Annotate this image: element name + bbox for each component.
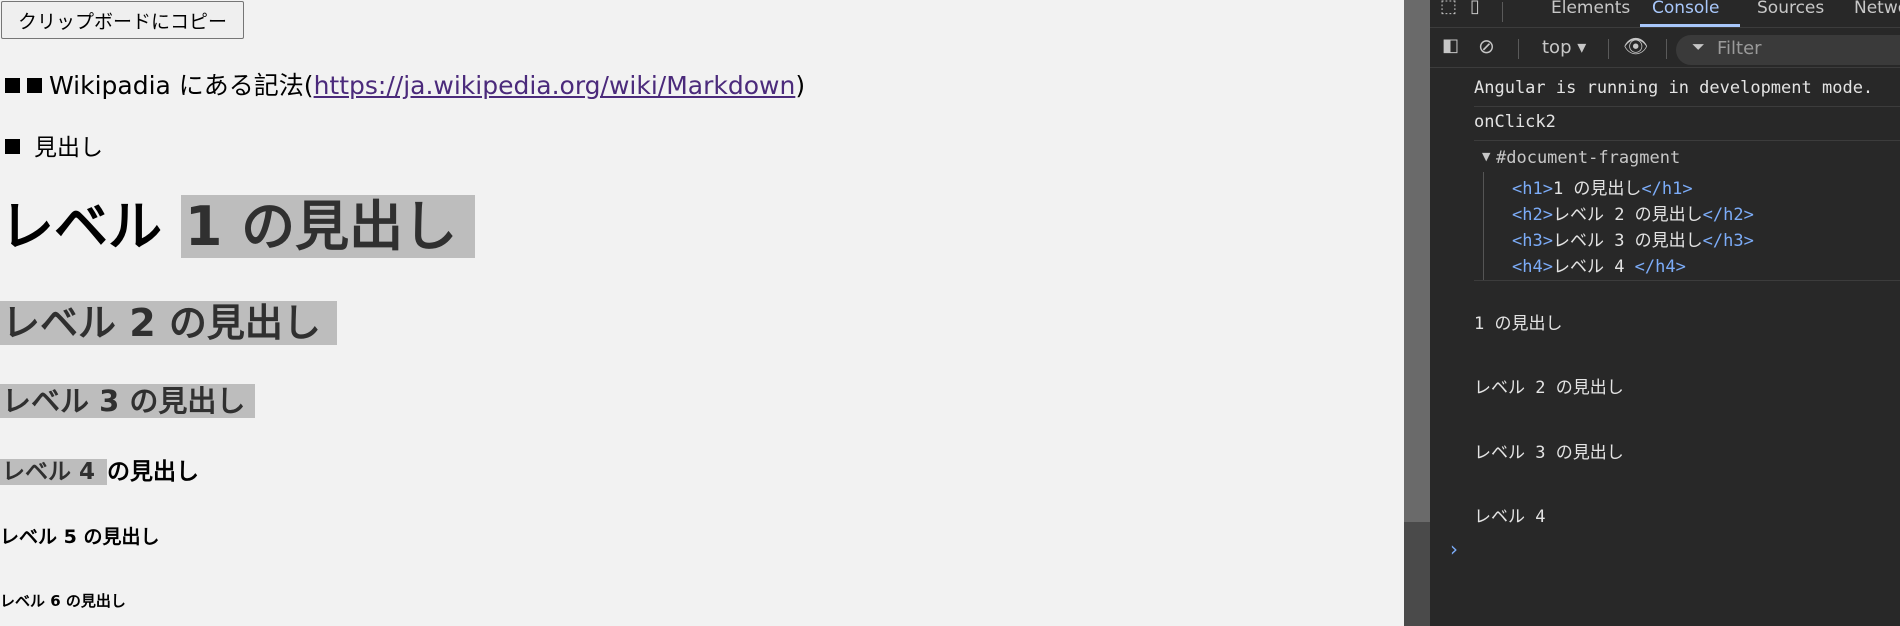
live-expression-eye-icon[interactable]: 👁 [1623, 34, 1648, 58]
wiki-reference-line: Wikipadia にある記法(https://ja.wikipedia.org… [5, 66, 805, 102]
open-tag: <h2> [1512, 205, 1553, 225]
clear-console-icon[interactable]: ⊘ [1478, 34, 1495, 58]
wiki-prefix-text: Wikipadia にある記法( [49, 71, 314, 100]
toolbar-separator [1608, 39, 1609, 59]
copy-to-clipboard-button[interactable]: クリップボードにコピー [1, 1, 244, 39]
square-bullet-icon [27, 77, 42, 93]
console-divider [1474, 280, 1900, 281]
tab-elements[interactable]: Elements [1551, 0, 1630, 18]
close-tag: </h1> [1641, 179, 1693, 199]
console-message: Angular is running in development mode. [1474, 78, 1874, 98]
devtools-tab-bar: ⬚ ▯ Elements Console Sources Netwo [1430, 0, 1900, 28]
filter-funnel-icon: ⏷ [1692, 37, 1705, 56]
tag-text: レベル 4 [1552, 257, 1635, 277]
context-selector[interactable]: top ▾ [1542, 37, 1586, 58]
section-heading-label: 見出し [5, 128, 103, 162]
fragment-child-h3[interactable]: <h3>レベル 3 の見出し</h3> [1512, 226, 1754, 251]
devtools-panel: ⬚ ▯ Elements Console Sources Netwo ◧ ⊘ t… [1430, 0, 1900, 626]
heading-level-3: レベル 3 の見出し [0, 380, 256, 422]
wikipedia-markdown-link[interactable]: https://ja.wikipedia.org/wiki/Markdown [314, 71, 796, 100]
heading-level-4: レベル 4 の見出し [0, 454, 199, 490]
fragment-child-h2[interactable]: <h2>レベル 2 の見出し</h2> [1512, 200, 1754, 225]
expand-triangle-icon[interactable]: ▼ [1482, 150, 1490, 163]
document-fragment-node[interactable]: #document-fragment [1496, 148, 1680, 168]
tree-guide-line [1483, 172, 1484, 280]
close-tag: </h4> [1634, 257, 1686, 277]
console-toolbar: ◧ ⊘ top ▾ 👁 ⏷ Filter [1430, 29, 1900, 68]
console-output: レベル 2 の見出し [1474, 378, 1624, 398]
toolbar-separator [1518, 39, 1519, 59]
toolbar-separator [1502, 2, 1503, 22]
page-content: クリップボードにコピー Wikipadia にある記法(https://ja.w… [0, 0, 1404, 626]
h1-plain-text: レベル [0, 195, 181, 258]
open-tag: <h1> [1512, 179, 1553, 199]
wiki-suffix-text: ) [795, 71, 806, 100]
heading-level-5: レベル 5 の見出し [0, 526, 160, 548]
heading-level-6: レベル 6 の見出し [0, 592, 126, 610]
console-divider [1474, 140, 1900, 141]
close-tag: </h2> [1702, 205, 1754, 225]
tab-network[interactable]: Netwo [1854, 0, 1900, 18]
open-tag: <h4> [1512, 257, 1553, 277]
console-message: onClick2 [1474, 112, 1556, 132]
h1-highlighted-text: 1 の見出し [180, 195, 476, 258]
tag-text: 1 の見出し [1552, 179, 1642, 199]
console-prompt-chevron-icon[interactable]: › [1450, 537, 1458, 561]
square-bullet-icon [5, 77, 20, 93]
tab-sources[interactable]: Sources [1757, 0, 1824, 18]
active-tab-indicator [1640, 24, 1740, 27]
fragment-child-h1[interactable]: <h1>1 の見出し</h1> [1512, 174, 1693, 199]
tab-console[interactable]: Console [1652, 0, 1720, 18]
fragment-child-h4[interactable]: <h4>レベル 4 </h4> [1512, 252, 1686, 277]
h3-highlighted-text: レベル 3 の見出し [0, 384, 256, 418]
section-label-text: 見出し [34, 135, 103, 161]
heading-level-2: レベル 2 の見出し [0, 296, 337, 350]
console-divider [1474, 106, 1900, 107]
console-output: 1 の見出し [1474, 314, 1563, 334]
h4-highlighted-text: レベル 4 [0, 459, 108, 485]
h4-plain-text: の見出し [107, 459, 200, 485]
page-scrollbar-thumb[interactable] [1404, 0, 1430, 522]
device-toolbar-icon[interactable]: ▯ [1470, 0, 1480, 17]
console-output: レベル 4 [1474, 507, 1546, 527]
sidebar-toggle-icon[interactable]: ◧ [1442, 35, 1459, 56]
filter-input[interactable] [1676, 35, 1900, 65]
filter-placeholder: Filter [1717, 38, 1762, 59]
square-bullet-icon [5, 139, 20, 154]
toolbar-separator [1666, 39, 1667, 59]
close-tag: </h3> [1702, 231, 1754, 251]
tag-text: レベル 2 の見出し [1552, 205, 1703, 225]
h2-highlighted-text: レベル 2 の見出し [0, 301, 337, 345]
open-tag: <h3> [1512, 231, 1553, 251]
tag-text: レベル 3 の見出し [1552, 231, 1703, 251]
console-output: レベル 3 の見出し [1474, 443, 1624, 463]
heading-level-1: レベル 1 の見出し [0, 192, 476, 262]
inspect-element-icon[interactable]: ⬚ [1440, 0, 1457, 17]
